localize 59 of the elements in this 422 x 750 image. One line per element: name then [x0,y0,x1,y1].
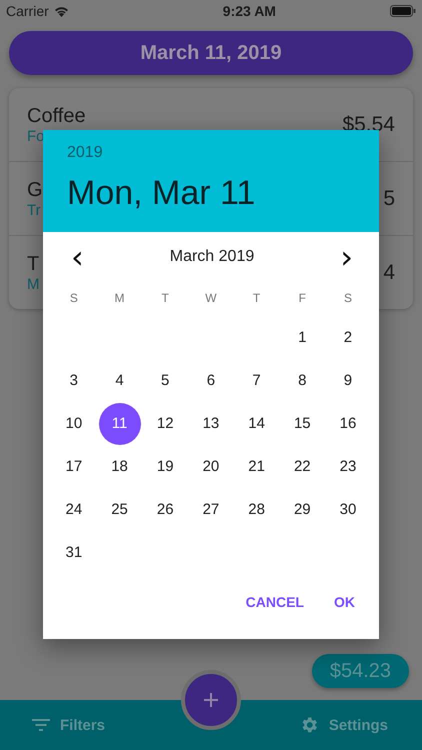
weekday-label: S [70,291,78,305]
filter-icon [32,719,50,731]
calendar-day[interactable]: 22 [281,446,324,488]
expense-title: Coffee [27,104,86,128]
previous-month-button[interactable]: ‹ [67,242,88,272]
calendar-day[interactable]: 24 [52,488,95,530]
calendar-day[interactable]: 2 [326,316,369,358]
selected-date: Mon, Mar 11 [67,174,256,213]
calendar-day[interactable]: 18 [98,446,141,488]
cancel-button[interactable]: CANCEL [236,586,314,618]
plus-icon [204,693,218,707]
calendar-day[interactable]: 30 [326,488,369,530]
calendar-day[interactable]: 27 [190,488,232,530]
weekday-label: T [252,291,260,305]
expense-category: M [27,276,40,292]
status-time: 9:23 AM [222,3,276,19]
calendar-day[interactable]: 8 [281,360,324,402]
next-month-button[interactable]: › [336,242,357,272]
calendar-day[interactable]: 10 [52,402,95,444]
expense-title: T [27,252,40,276]
expense-category: Tr [27,202,41,218]
calendar-day[interactable]: 21 [236,446,278,488]
expense-amount: 5 [383,186,395,210]
calendar-day[interactable]: 14 [236,402,278,444]
calendar-day[interactable]: 3 [52,360,95,402]
calendar-day[interactable]: 31 [52,532,95,574]
calendar-day[interactable]: 23 [326,446,369,488]
weekday-label: F [298,291,306,305]
weekday-label: T [162,291,169,305]
calendar-day[interactable]: 6 [190,360,232,402]
wifi-icon [54,6,69,16]
calendar-day[interactable]: 5 [144,360,186,402]
total-amount: $54.23 [312,654,409,688]
weekday-label: W [205,291,217,305]
calendar-day[interactable]: 7 [236,360,278,402]
expense-amount: 4 [383,260,395,284]
weekday-label: M [114,291,125,305]
carrier-label: Carrier [6,3,49,19]
calendar-day[interactable]: 28 [236,488,278,530]
calendar-day[interactable]: 11 [98,402,141,444]
calendar-day[interactable]: 29 [281,488,324,530]
weekday-label: S [344,291,352,305]
calendar-day[interactable]: 26 [144,488,186,530]
ok-button[interactable]: OK [324,586,365,618]
calendar-day[interactable]: 4 [98,360,141,402]
expense-title: G [27,178,43,202]
calendar-day[interactable]: 15 [281,402,324,444]
calendar-day[interactable]: 19 [144,446,186,488]
calendar-day[interactable]: 20 [190,446,232,488]
calendar-day[interactable]: 12 [144,402,186,444]
calendar-day[interactable]: 9 [326,360,369,402]
battery-icon [390,5,416,17]
calendar-day[interactable]: 16 [326,402,369,444]
calendar-day[interactable]: 25 [98,488,141,530]
date-button[interactable]: March 11, 2019 [9,31,413,75]
calendar-day[interactable]: 1 [281,316,324,358]
calendar-day[interactable]: 17 [52,446,95,488]
calendar-day[interactable]: 13 [190,402,232,444]
month-title: March 2019 [170,248,254,266]
